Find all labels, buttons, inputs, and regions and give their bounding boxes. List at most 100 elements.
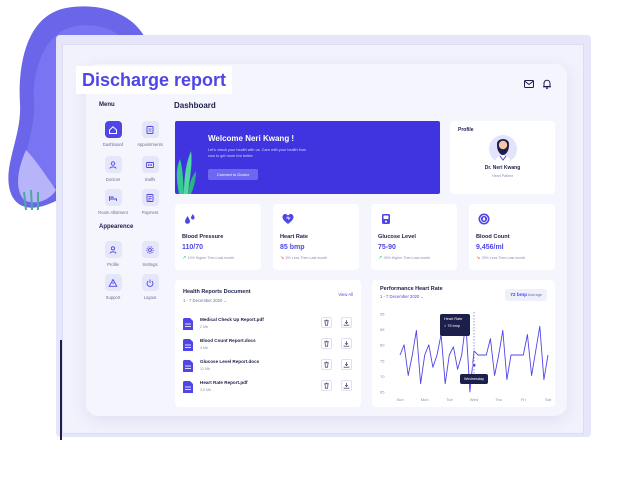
dot-icon: ●: [444, 324, 447, 328]
heart-rate-tooltip: Heart Rate ● 75 bmp: [440, 314, 470, 336]
document-name: Blood Count Report.docs: [200, 338, 256, 343]
warning-icon: [108, 278, 118, 287]
stat-change-text: 25% Less Then Last month: [481, 256, 526, 260]
delete-button[interactable]: [321, 359, 332, 370]
list-item[interactable]: Heart Rate Report.pdf 3,5 Mb: [183, 379, 353, 395]
stat-change-text: 10% Higher Then Last month: [187, 256, 235, 260]
stat-change-text: 5% Less Then Last month: [285, 256, 328, 260]
sidebar-item-label: Profile: [107, 262, 119, 267]
sidebar-item-label: Dashboard: [102, 142, 124, 147]
power-icon: [146, 279, 154, 287]
reports-date-text: 1 - 7 December 2020: [183, 298, 223, 303]
view-all-link[interactable]: View All: [338, 292, 353, 297]
file-icon: [183, 381, 193, 393]
x-tick-label: Tue: [446, 397, 454, 402]
sidebar-item-settings[interactable]: Settings: [131, 241, 169, 267]
delete-button[interactable]: [321, 338, 332, 349]
x-tick-label: Sun: [396, 397, 403, 402]
plant-illustration: [176, 151, 196, 194]
download-icon: [343, 383, 350, 389]
download-button[interactable]: [341, 338, 352, 349]
highlight-point[interactable]: [471, 363, 477, 368]
sidebar-item-logout[interactable]: Logout: [131, 274, 169, 300]
stat-value: 75-90: [378, 244, 396, 251]
delete-button[interactable]: [321, 380, 332, 391]
heart-rate-chart: 95 85 80 75 70 65 Sun Mon Tue Wed Thu Fri Sat: [380, 312, 552, 403]
y-tick-label: 80: [380, 343, 385, 348]
frame-edge: [60, 340, 62, 440]
appearance-heading: Appearence: [99, 224, 134, 230]
list-item[interactable]: Medical Check Up Report.pdf 2 Mb: [183, 316, 353, 332]
stat-value: 110/70: [182, 244, 204, 251]
sidebar-item-appointments[interactable]: Appointments: [131, 121, 169, 147]
sidebar-item-label: Appointments: [137, 142, 163, 147]
list-item[interactable]: Glucose Level Report.docs 12 Mb: [183, 358, 353, 374]
stat-change: ↗ 30% Higher Then Last month: [378, 255, 430, 261]
document-name: Medical Check Up Report.pdf: [200, 317, 264, 322]
day-tooltip: Wednesday: [460, 374, 488, 384]
mail-icon[interactable]: [523, 78, 535, 90]
trash-icon: [324, 340, 329, 347]
sidebar-item-label: Settings: [142, 262, 158, 267]
bed-icon: [109, 195, 117, 201]
profile-role: Heart Patient: [492, 174, 513, 178]
staff-icon: [146, 161, 154, 168]
x-tick-label: Sat: [545, 397, 552, 402]
sidebar-item-room-allotment[interactable]: Room Allotment: [94, 189, 132, 215]
stat-change: ↘ 25% Less Then Last month: [476, 255, 525, 261]
connect-doctor-button[interactable]: Connect to Doctor: [208, 169, 258, 180]
stat-card-blood-count: Blood Count 9,456/ml ↘ 25% Less Then Las…: [469, 204, 555, 270]
sidebar-item-label: Logout: [143, 295, 157, 300]
heart-icon: [282, 214, 294, 224]
sidebar-item-profile[interactable]: Profile: [94, 241, 132, 267]
user-icon: [109, 245, 117, 254]
sidebar-item-label: Support: [105, 295, 121, 300]
sidebar-item-label: Staffs: [144, 177, 156, 182]
sidebar-item-staffs[interactable]: Staffs: [131, 156, 169, 182]
reports-date[interactable]: 1 - 7 December 2020 ⌄: [183, 298, 227, 303]
doctor-avatar[interactable]: [486, 129, 520, 163]
stat-change: ↘ 5% Less Then Last month: [280, 255, 327, 261]
page-title: Discharge report: [76, 66, 233, 94]
welcome-banner: Welcome Neri Kwang ! Let's check your he…: [175, 121, 440, 194]
tooltip-row: ● 75 bmp: [444, 324, 466, 328]
stat-change-text: 30% Higher Then Last month: [383, 256, 431, 260]
download-button[interactable]: [341, 359, 352, 370]
document-size: 12 Mb: [200, 367, 210, 371]
sidebar-item-label: Payment: [141, 210, 159, 215]
download-button[interactable]: [341, 317, 352, 328]
y-tick-label: 75: [380, 358, 385, 363]
heart-rate-card: Performance Heart Rate 1 - 7 December 20…: [372, 280, 555, 407]
y-tick-label: 85: [380, 327, 385, 332]
stat-change: ↗ 10% Higher Then Last month: [182, 255, 234, 261]
y-tick-label: 65: [380, 390, 385, 395]
sidebar-item-label: Room Allotment: [98, 210, 128, 215]
sidebar-item-dashboard[interactable]: Dashboard: [94, 121, 132, 147]
menu-heading: Menu: [99, 102, 115, 108]
sidebar-item-payment[interactable]: Payment: [131, 189, 169, 215]
stat-name: Blood Count: [476, 234, 510, 240]
y-tick-label: 95: [380, 312, 385, 317]
delete-button[interactable]: [321, 317, 332, 328]
sidebar-item-doctors[interactable]: Doctors: [94, 156, 132, 182]
profile-name: Dr. Neri Kwang: [484, 165, 521, 171]
stat-card-blood-pressure: Blood Pressure 110/70 ↗ 10% Higher Then …: [175, 204, 261, 270]
home-icon: [109, 125, 117, 134]
document-name: Heart Rate Report.pdf: [200, 380, 248, 385]
tooltip-title: Heart Rate: [444, 317, 463, 321]
download-button[interactable]: [341, 380, 352, 391]
sidebar-item-support[interactable]: Support: [94, 274, 132, 300]
stage: Discharge report Menu Dashboard Appointm…: [0, 0, 626, 491]
stat-value: 9,456/ml: [476, 244, 504, 251]
x-tick-label: Mon: [421, 397, 429, 402]
bell-icon[interactable]: [541, 78, 553, 90]
stat-value: 85 bmp: [280, 244, 305, 251]
file-icon: [183, 318, 193, 330]
list-item[interactable]: Blood Count Report.docs 4 Mb: [183, 337, 353, 353]
trash-icon: [324, 382, 329, 389]
download-icon: [343, 320, 350, 326]
file-icon: [183, 339, 193, 351]
stat-card-heart-rate: Heart Rate 85 bmp ↘ 5% Less Then Last mo…: [273, 204, 359, 270]
trash-icon: [324, 319, 329, 326]
payment-icon: [146, 193, 154, 202]
